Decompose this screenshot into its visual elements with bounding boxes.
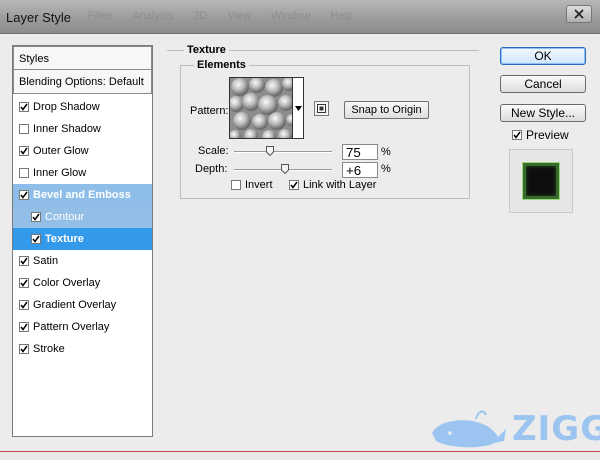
scale-slider-thumb[interactable] xyxy=(266,146,274,156)
style-item-pattern-overlay[interactable]: Pattern Overlay xyxy=(13,316,152,338)
style-item-label: Stroke xyxy=(33,343,65,355)
style-item-satin[interactable]: Satin xyxy=(13,250,152,272)
invert-label: Invert xyxy=(245,179,273,191)
pattern-swatch[interactable] xyxy=(229,77,293,139)
style-item-checkbox[interactable] xyxy=(19,146,29,156)
pattern-texture-image xyxy=(230,78,292,138)
style-item-checkbox[interactable] xyxy=(31,234,41,244)
style-item-checkbox[interactable] xyxy=(19,278,29,288)
invert-checkbox[interactable] xyxy=(231,180,241,190)
ghost-menu-analysis: Analysis xyxy=(132,10,174,22)
close-icon xyxy=(574,9,584,19)
scale-label: Scale: xyxy=(198,145,229,157)
scale-unit: % xyxy=(381,146,391,158)
pattern-label: Pattern: xyxy=(190,105,229,117)
preview-label: Preview xyxy=(526,128,569,142)
link-with-layer-checkbox[interactable] xyxy=(289,180,299,190)
style-item-label: Inner Shadow xyxy=(33,123,101,135)
style-item-label: Drop Shadow xyxy=(33,101,100,113)
style-item-label: Color Overlay xyxy=(33,277,101,289)
style-item-label: Bevel and Emboss xyxy=(33,189,131,201)
style-item-bevel-and-emboss[interactable]: Bevel and Emboss xyxy=(13,184,152,206)
preview-option[interactable]: Preview xyxy=(512,128,569,142)
cancel-button[interactable]: Cancel xyxy=(500,75,586,93)
preview-checkbox[interactable] xyxy=(512,130,522,140)
ok-button[interactable]: OK xyxy=(500,47,586,65)
snap-to-origin-button[interactable]: Snap to Origin xyxy=(344,101,429,119)
style-item-checkbox[interactable] xyxy=(31,212,41,222)
whale-logo-icon xyxy=(428,405,508,452)
pattern-dropdown-button[interactable] xyxy=(292,77,304,139)
style-item-checkbox[interactable] xyxy=(19,102,29,112)
ghost-menu-view: View xyxy=(227,10,252,22)
create-preset-button[interactable] xyxy=(314,101,329,116)
scale-slider-track[interactable] xyxy=(234,151,332,153)
style-item-checkbox[interactable] xyxy=(19,168,29,178)
style-preview xyxy=(509,149,573,213)
style-item-texture[interactable]: Texture xyxy=(13,228,152,250)
depth-input[interactable] xyxy=(342,162,378,178)
window-title: Layer Style xyxy=(6,10,72,25)
link-with-layer-option[interactable]: Link with Layer xyxy=(289,179,376,191)
blending-options[interactable]: Blending Options: Default xyxy=(13,70,152,94)
ghost-menu-filter: Filter xyxy=(88,10,113,22)
depth-unit: % xyxy=(381,163,391,175)
watermark-text: ZIGG xyxy=(512,408,600,449)
ghost-menu-help: Help xyxy=(330,10,353,22)
depth-label: Depth: xyxy=(195,163,228,175)
style-item-label: Texture xyxy=(45,233,84,245)
title-bar: Layer Style Filter Analysis 3D View Wind… xyxy=(0,0,600,34)
style-item-checkbox[interactable] xyxy=(19,124,29,134)
style-item-stroke[interactable]: Stroke xyxy=(13,338,152,360)
style-item-drop-shadow[interactable]: Drop Shadow xyxy=(13,96,152,118)
ghost-menu-window: Window xyxy=(271,10,311,22)
styles-list: Styles Blending Options: Default Drop Sh… xyxy=(12,45,153,437)
zigg-watermark: ZIGG xyxy=(428,405,600,452)
close-button[interactable] xyxy=(566,5,592,23)
style-item-label: Pattern Overlay xyxy=(33,321,110,333)
style-item-checkbox[interactable] xyxy=(19,344,29,354)
window-bottom-edge xyxy=(0,451,600,460)
elements-title: Elements xyxy=(194,59,249,71)
style-item-gradient-overlay[interactable]: Gradient Overlay xyxy=(13,294,152,316)
style-item-checkbox[interactable] xyxy=(19,300,29,310)
ghost-menu-3d: 3D xyxy=(193,10,208,22)
style-item-label: Satin xyxy=(33,255,59,267)
styles-header[interactable]: Styles xyxy=(13,46,152,70)
style-item-checkbox[interactable] xyxy=(19,190,29,200)
invert-option[interactable]: Invert xyxy=(231,179,273,191)
style-item-inner-shadow[interactable]: Inner Shadow xyxy=(13,118,152,140)
style-item-color-overlay[interactable]: Color Overlay xyxy=(13,272,152,294)
new-preset-icon xyxy=(317,104,326,113)
dropdown-arrow-icon xyxy=(294,105,302,111)
scale-input[interactable] xyxy=(342,144,378,160)
preview-swatch xyxy=(523,163,559,199)
style-item-label: Gradient Overlay xyxy=(33,299,117,311)
style-item-checkbox[interactable] xyxy=(19,322,29,332)
texture-title: Texture xyxy=(184,44,229,56)
style-item-outer-glow[interactable]: Outer Glow xyxy=(13,140,152,162)
style-item-label: Outer Glow xyxy=(33,145,89,157)
style-item-label: Inner Glow xyxy=(33,167,87,179)
style-item-label: Contour xyxy=(45,211,85,223)
link-with-layer-label: Link with Layer xyxy=(303,179,377,191)
depth-slider-thumb[interactable] xyxy=(281,164,289,174)
background-menu: Filter Analysis 3D View Window Help xyxy=(84,10,357,22)
style-item-checkbox[interactable] xyxy=(19,256,29,266)
style-item-inner-glow[interactable]: Inner Glow xyxy=(13,162,152,184)
style-item-contour[interactable]: Contour xyxy=(13,206,152,228)
new-style-button[interactable]: New Style... xyxy=(500,104,586,122)
